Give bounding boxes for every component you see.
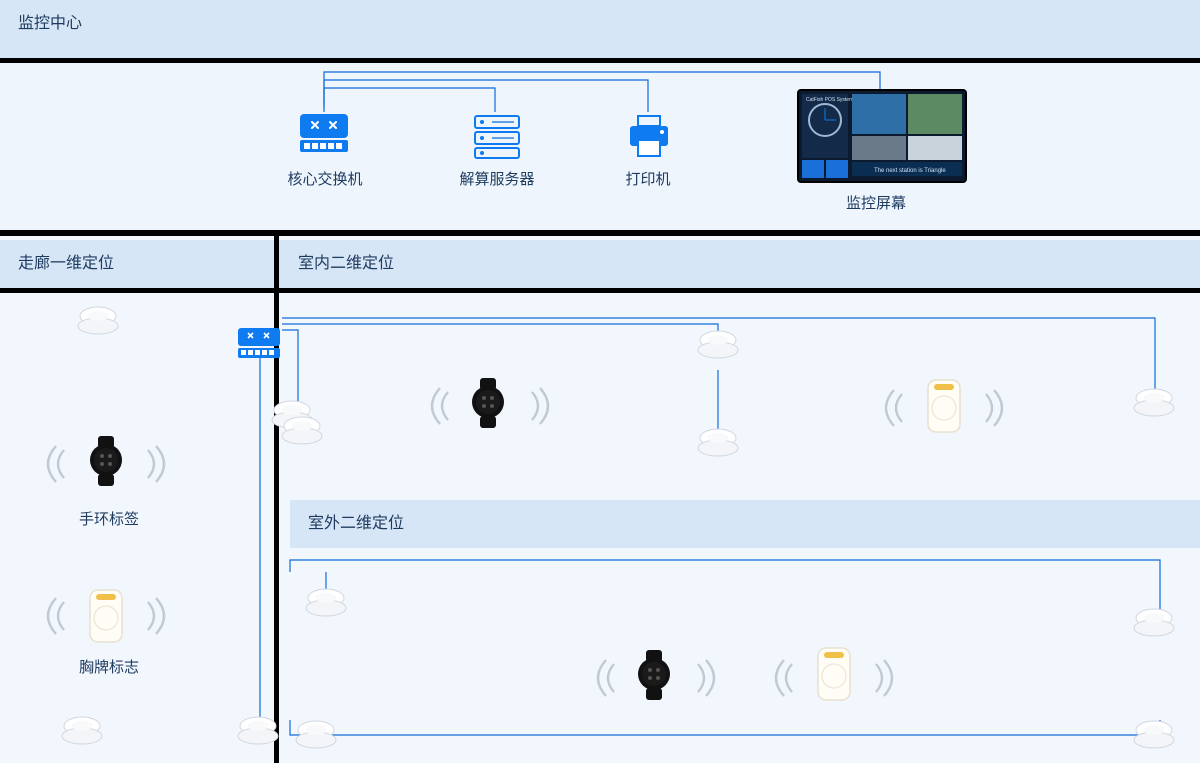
svg-text:The next station is Triangle: The next station is Triangle bbox=[874, 168, 946, 174]
uwb-anchor-icon bbox=[236, 716, 280, 746]
signal-waves-icon bbox=[46, 444, 166, 484]
label-server: 解算服务器 bbox=[452, 168, 542, 189]
uwb-anchor-icon bbox=[1132, 608, 1176, 638]
printer-icon bbox=[624, 112, 674, 160]
uwb-anchor-icon bbox=[280, 416, 324, 446]
monitor-screen-icon: CatFish POS System The next station is T… bbox=[796, 88, 968, 184]
section-title-outdoor: 室外二维定位 bbox=[290, 500, 1200, 548]
label-watch: 手环标签 bbox=[64, 508, 154, 529]
section-title-indoor: 室内二维定位 bbox=[280, 240, 1200, 288]
label-core-switch: 核心交换机 bbox=[280, 168, 370, 189]
separator-vertical bbox=[274, 236, 279, 763]
separator bbox=[0, 58, 1200, 63]
uwb-anchor-icon bbox=[696, 330, 740, 360]
uwb-anchor-icon bbox=[60, 716, 104, 746]
signal-waves-icon bbox=[884, 388, 1004, 428]
uwb-anchor-icon bbox=[76, 306, 120, 336]
switch-small-icon bbox=[236, 326, 282, 362]
uwb-anchor-icon bbox=[294, 720, 338, 750]
uwb-anchor-icon bbox=[696, 428, 740, 458]
label-printer: 打印机 bbox=[608, 168, 688, 189]
signal-waves-icon bbox=[46, 596, 166, 636]
svg-text:CatFish POS System: CatFish POS System bbox=[806, 97, 853, 103]
uwb-anchor-icon bbox=[1132, 388, 1176, 418]
uwb-anchor-icon bbox=[1132, 720, 1176, 750]
signal-waves-icon bbox=[774, 658, 894, 698]
uwb-anchor-icon bbox=[304, 588, 348, 618]
label-badge: 胸牌标志 bbox=[64, 656, 154, 677]
label-monitor-screen: 监控屏幕 bbox=[816, 192, 936, 213]
diagram-stage: 监控中心 走廊一维定位 室内二维定位 室外二维定位 bbox=[0, 0, 1200, 763]
separator bbox=[0, 288, 1200, 293]
section-title-monitoring-center: 监控中心 bbox=[0, 0, 1200, 48]
signal-waves-icon bbox=[596, 658, 716, 698]
bg-center bbox=[0, 60, 1200, 230]
core-switch-icon bbox=[296, 110, 352, 158]
server-icon bbox=[472, 112, 522, 160]
signal-waves-icon bbox=[430, 386, 550, 426]
section-title-corridor: 走廊一维定位 bbox=[0, 240, 280, 288]
separator bbox=[0, 230, 1200, 236]
